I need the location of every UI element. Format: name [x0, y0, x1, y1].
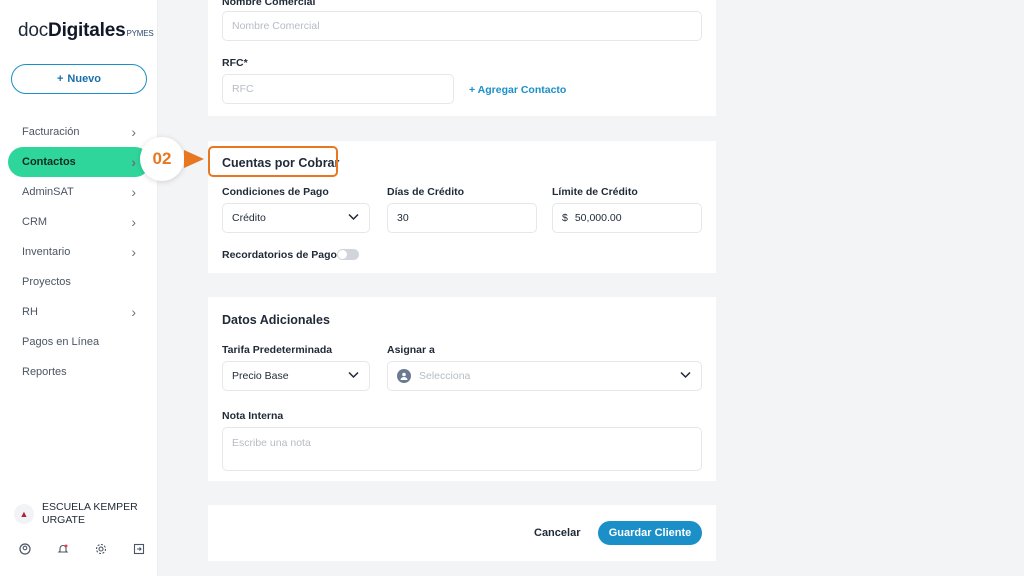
- step-badge: 02: [140, 137, 184, 181]
- sidebar: docDigitalesPYMES + Nuevo Facturación › …: [0, 0, 158, 576]
- step-highlight-box: [208, 146, 338, 177]
- nombre-comercial-placeholder: Nombre Comercial: [232, 20, 320, 32]
- dias-input[interactable]: 30: [387, 203, 537, 233]
- user-circle-icon[interactable]: [18, 542, 32, 556]
- user-avatar-icon: [397, 369, 411, 383]
- dias-value: 30: [397, 212, 409, 224]
- sidebar-footer-icons: [18, 542, 146, 556]
- nota-label: Nota Interna: [222, 410, 284, 422]
- brand-logo[interactable]: docDigitalesPYMES: [18, 20, 154, 42]
- brand-suffix: PYMES: [126, 29, 154, 38]
- user-name: ESCUELA KEMPER URGATE: [42, 501, 138, 526]
- sidebar-item-label: Inventario: [22, 246, 71, 258]
- sidebar-item-label: Proyectos: [22, 276, 71, 288]
- sidebar-item-proyectos[interactable]: Proyectos: [0, 267, 158, 297]
- recordatorios-label: Recordatorios de Pago: [222, 249, 337, 261]
- avatar: ▲: [14, 504, 34, 524]
- sidebar-item-contactos[interactable]: Contactos ›: [8, 147, 150, 177]
- tarifa-select[interactable]: Precio Base: [222, 361, 370, 391]
- new-button[interactable]: + Nuevo: [11, 64, 147, 94]
- sidebar-item-crm[interactable]: CRM ›: [0, 207, 158, 237]
- chevron-down-icon: [348, 213, 359, 224]
- asignar-placeholder: Selecciona: [419, 370, 471, 382]
- step-number: 02: [152, 149, 172, 168]
- sidebar-item-rh[interactable]: RH ›: [0, 297, 158, 327]
- save-client-button[interactable]: Guardar Cliente: [598, 521, 702, 545]
- step-arrow-icon: [184, 150, 204, 168]
- sidebar-item-label: AdminSAT: [22, 186, 74, 198]
- sidebar-item-inventario[interactable]: Inventario ›: [0, 237, 158, 267]
- limite-label: Límite de Crédito: [552, 186, 638, 198]
- cancel-button[interactable]: Cancelar: [534, 521, 580, 545]
- sidebar-item-label: Pagos en Línea: [22, 336, 100, 348]
- chevron-right-icon: ›: [131, 154, 136, 170]
- nota-placeholder: Escribe una nota: [232, 437, 311, 449]
- recordatorios-toggle[interactable]: [337, 249, 359, 260]
- chevron-right-icon: ›: [131, 304, 136, 320]
- user-profile[interactable]: ▲ ESCUELA KEMPER URGATE: [14, 501, 142, 527]
- sidebar-item-adminsat[interactable]: AdminSAT ›: [0, 177, 158, 207]
- new-button-label: Nuevo: [67, 73, 102, 85]
- condiciones-value: Crédito: [232, 212, 266, 224]
- brand-part-1: doc: [18, 20, 49, 41]
- rfc-placeholder: RFC: [232, 83, 254, 95]
- sidebar-item-label: Contactos: [22, 156, 76, 168]
- brand-part-2: Digitales: [48, 20, 126, 41]
- sidebar-item-label: CRM: [22, 216, 48, 228]
- sidebar-item-facturacion[interactable]: Facturación ›: [0, 117, 158, 147]
- adicionales-title: Datos Adicionales: [222, 313, 330, 327]
- general-info-card: Nombre Comercial Nombre Comercial RFC* R…: [208, 0, 716, 116]
- sidebar-nav: Facturación › Contactos › AdminSAT › CRM…: [0, 117, 158, 387]
- sidebar-item-reportes[interactable]: Reportes: [0, 357, 158, 387]
- chevron-right-icon: ›: [131, 214, 136, 230]
- condiciones-label: Condiciones de Pago: [222, 186, 329, 198]
- currency-symbol: $: [562, 212, 568, 224]
- chevron-right-icon: ›: [131, 124, 136, 140]
- sidebar-item-pagos-en-linea[interactable]: Pagos en Línea: [0, 327, 158, 357]
- asignar-select[interactable]: Selecciona: [387, 361, 702, 391]
- rfc-label: RFC*: [222, 57, 248, 69]
- chevron-right-icon: ›: [131, 244, 136, 260]
- tarifa-label: Tarifa Predeterminada: [222, 344, 333, 356]
- nombre-comercial-input[interactable]: Nombre Comercial: [222, 11, 702, 41]
- add-contact-link[interactable]: + Agregar Contacto: [469, 84, 566, 96]
- sidebar-item-label: RH: [22, 306, 38, 318]
- asignar-label: Asignar a: [387, 344, 435, 356]
- nota-textarea[interactable]: Escribe una nota: [222, 427, 702, 471]
- limite-input[interactable]: $ 50,000.00: [552, 203, 702, 233]
- limite-value: 50,000.00: [574, 212, 622, 224]
- rfc-input[interactable]: RFC: [222, 74, 454, 104]
- sidebar-item-label: Facturación: [22, 126, 80, 138]
- gear-icon[interactable]: [94, 542, 108, 556]
- dias-label: Días de Crédito: [387, 186, 465, 198]
- tarifa-value: Precio Base: [232, 370, 289, 382]
- datos-adicionales-card: Datos Adicionales Tarifa Predeterminada …: [208, 297, 716, 481]
- condiciones-select[interactable]: Crédito: [222, 203, 370, 233]
- logout-icon[interactable]: [132, 542, 146, 556]
- nombre-comercial-label: Nombre Comercial: [222, 0, 316, 8]
- chevron-right-icon: ›: [131, 184, 136, 200]
- sidebar-item-label: Reportes: [22, 366, 67, 378]
- chevron-down-icon: [680, 371, 691, 382]
- plus-icon: +: [56, 73, 64, 85]
- bell-icon[interactable]: [56, 542, 70, 556]
- chevron-down-icon: [348, 371, 359, 382]
